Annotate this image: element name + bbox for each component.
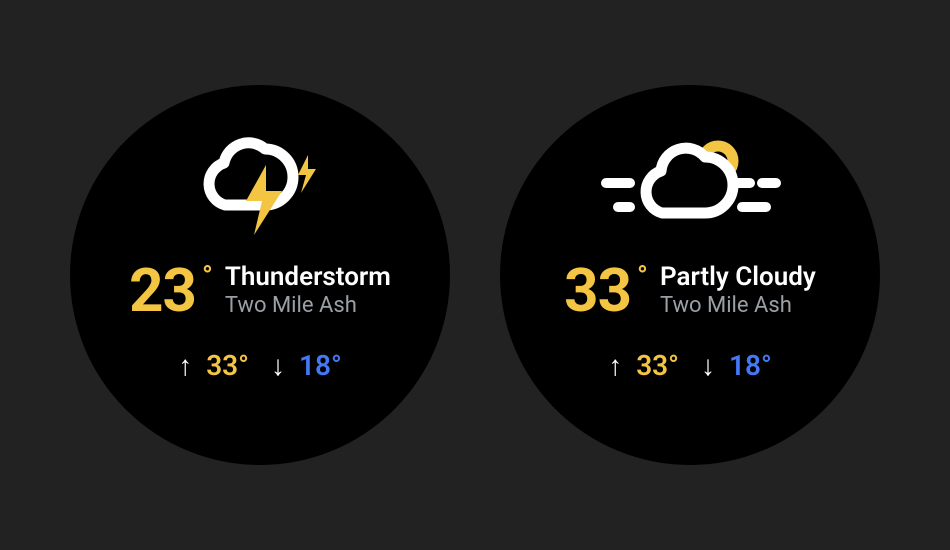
arrow-up-icon: ↑ [178, 352, 192, 380]
weather-icon-area [170, 133, 350, 243]
watch-face-partly-cloudy[interactable]: 33 ° Partly Cloudy Two Mile Ash ↑ 33° ↓ … [500, 85, 880, 465]
low-group: ↓ 18° [271, 349, 342, 382]
partly-cloudy-icon [590, 133, 790, 243]
arrow-down-icon: ↓ [701, 352, 715, 380]
location-label: Two Mile Ash [225, 293, 391, 319]
high-low-row: ↑ 33° ↓ 18° [178, 349, 342, 382]
high-temperature: 33° [206, 349, 249, 382]
arrow-up-icon: ↑ [608, 352, 622, 380]
low-temperature: 18° [299, 349, 342, 382]
low-temperature: 18° [729, 349, 772, 382]
high-temperature: 33° [636, 349, 679, 382]
temperature-row: 23 ° Thunderstorm Two Mile Ash [129, 261, 391, 321]
high-group: ↑ 33° [178, 349, 249, 382]
thunderstorm-icon [170, 133, 350, 243]
degree-symbol: ° [202, 259, 213, 292]
weather-icon-area [590, 133, 790, 243]
condition-block: Thunderstorm Two Mile Ash [221, 261, 391, 319]
low-group: ↓ 18° [701, 349, 772, 382]
condition-block: Partly Cloudy Two Mile Ash [656, 261, 816, 319]
degree-symbol: ° [637, 259, 648, 292]
weather-condition: Partly Cloudy [660, 263, 816, 293]
high-group: ↑ 33° [608, 349, 679, 382]
location-label: Two Mile Ash [660, 293, 816, 319]
watch-face-thunderstorm[interactable]: 23 ° Thunderstorm Two Mile Ash ↑ 33° ↓ 1… [70, 85, 450, 465]
current-temperature: 23 [129, 261, 196, 321]
weather-condition: Thunderstorm [225, 263, 391, 293]
current-temperature: 33 [564, 261, 631, 321]
temperature-row: 33 ° Partly Cloudy Two Mile Ash [564, 261, 816, 321]
arrow-down-icon: ↓ [271, 352, 285, 380]
high-low-row: ↑ 33° ↓ 18° [608, 349, 772, 382]
